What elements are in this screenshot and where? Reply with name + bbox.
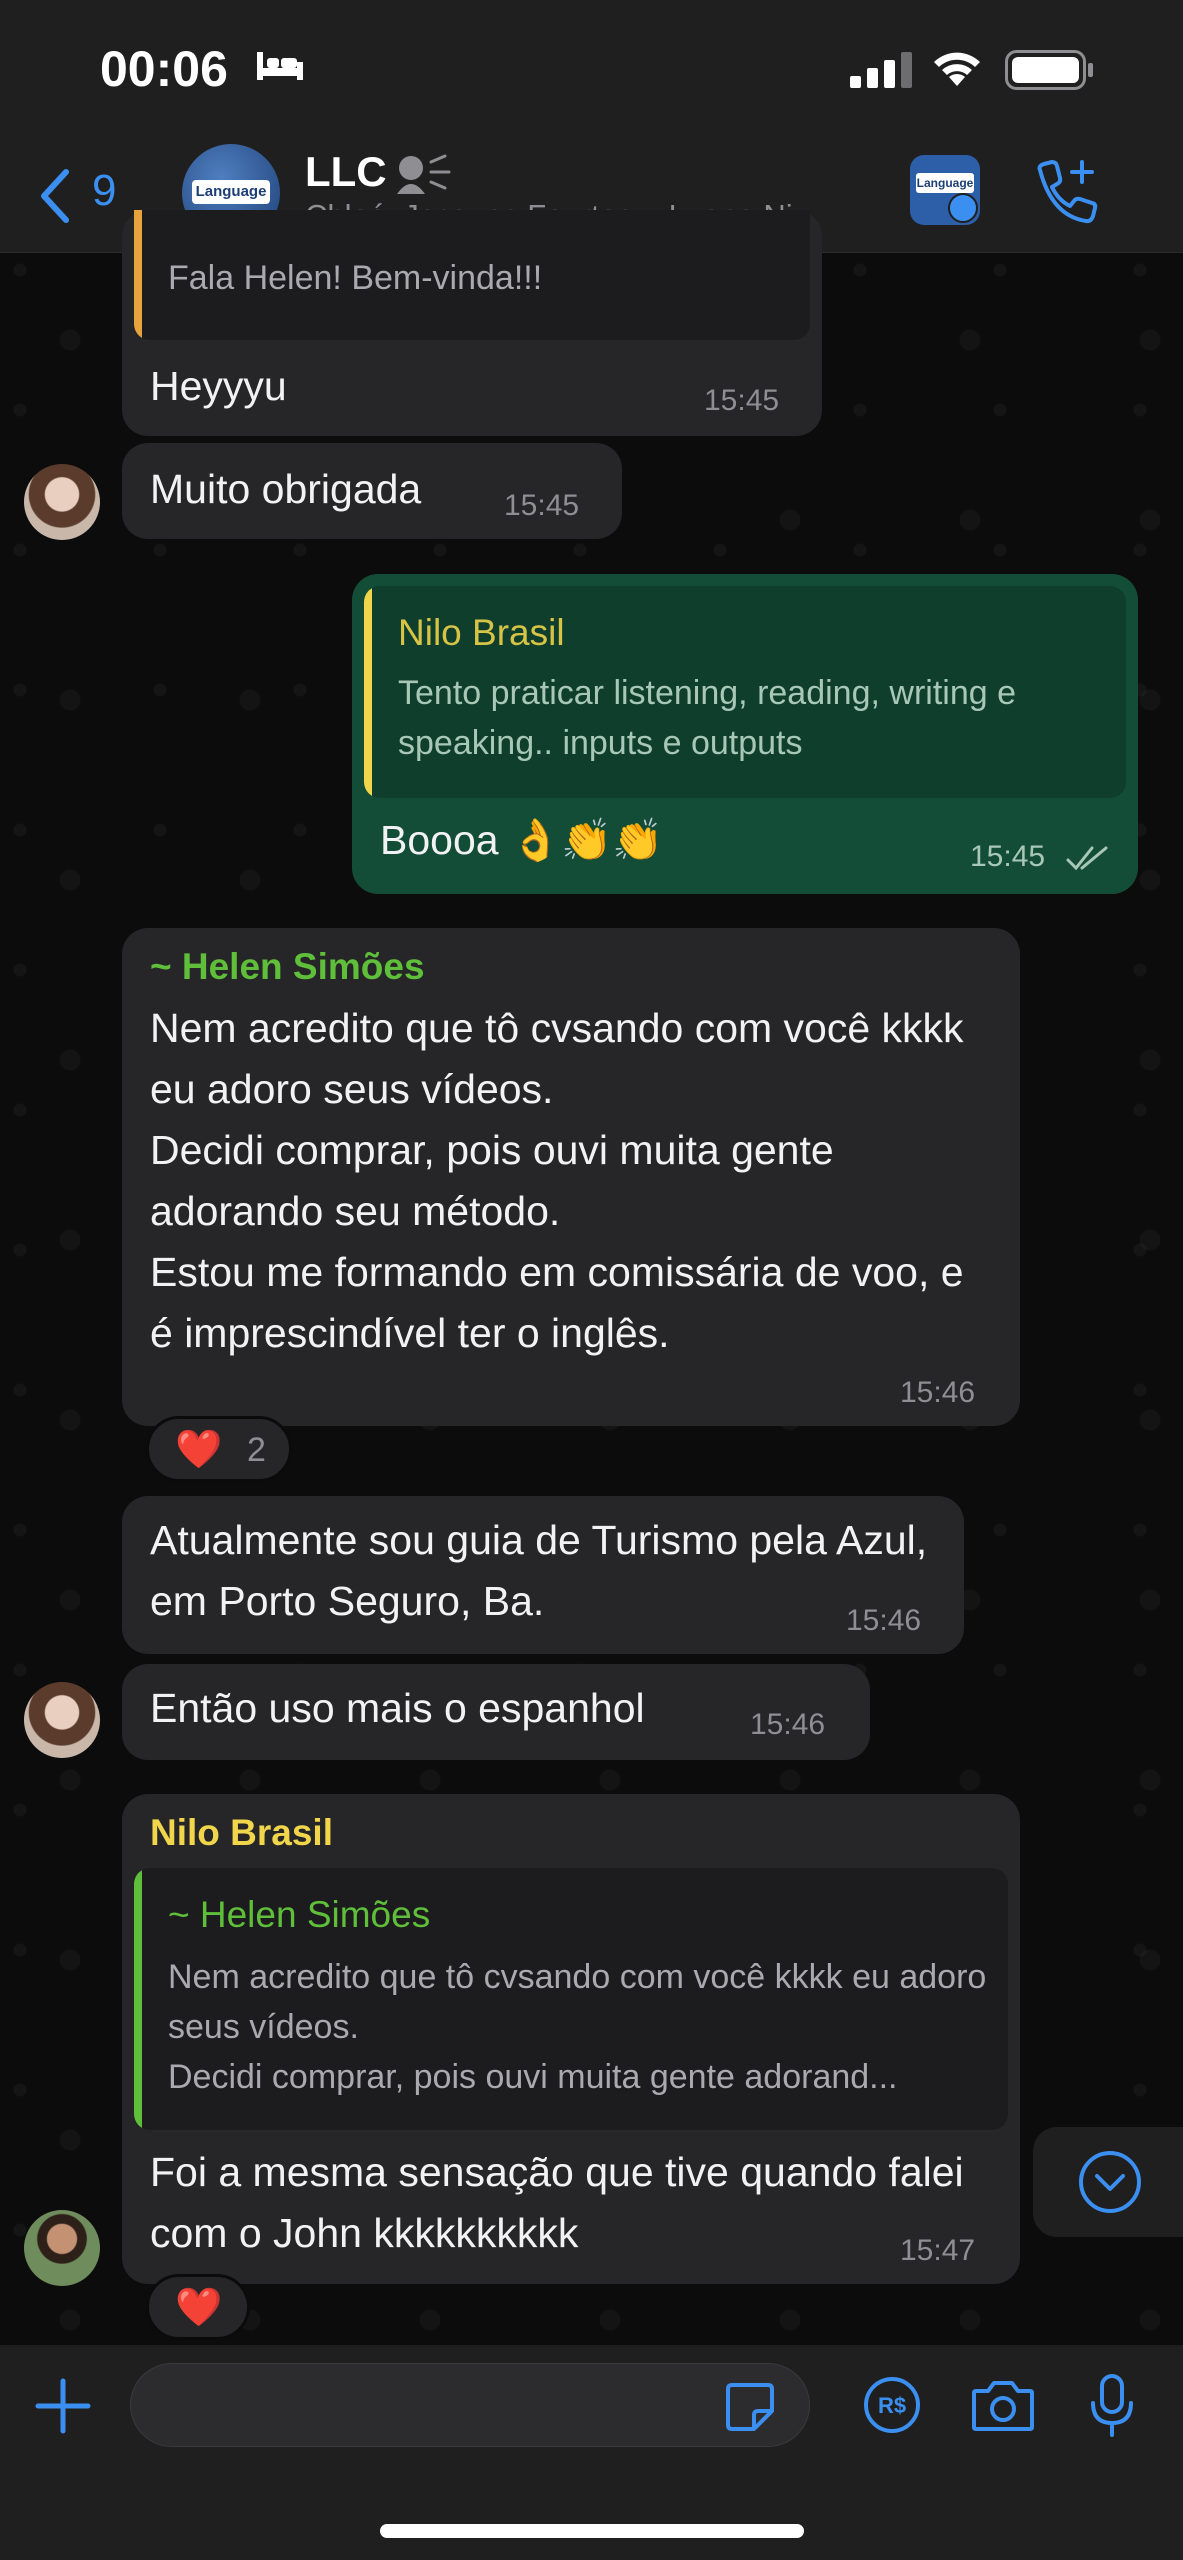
plus-icon[interactable] xyxy=(34,2377,92,2435)
payment-icon[interactable]: R$ xyxy=(862,2375,922,2435)
message-time: 15:47 xyxy=(900,2234,976,2267)
message-bubble[interactable]: Muito obrigada 15:45 xyxy=(122,443,622,539)
message-time: 15:46 xyxy=(900,1376,976,1409)
quoted-sender: ~ Helen Simões xyxy=(168,1894,431,1935)
group-avatar-badge: Language xyxy=(192,180,270,204)
unread-chats-count[interactable]: 9 xyxy=(92,166,116,216)
quoted-sender: Nilo Brasil xyxy=(398,612,565,653)
message-text: Heyyyu xyxy=(150,363,287,409)
sender-name: Nilo Brasil xyxy=(150,1812,333,1853)
quote-bar xyxy=(134,1868,142,2130)
message-bubble[interactable]: ~ Helen Simões Nem acredito que tô cvsan… xyxy=(122,928,1020,1426)
scroll-to-bottom-button[interactable] xyxy=(1033,2127,1183,2237)
battery-icon xyxy=(1005,50,1093,90)
cellular-signal-icon xyxy=(850,52,912,88)
message-input[interactable] xyxy=(130,2363,810,2447)
camera-icon[interactable] xyxy=(970,2377,1036,2433)
message-time: 15:46 xyxy=(846,1604,922,1637)
quoted-text: Tento praticar listening, reading, writi… xyxy=(398,674,1016,762)
chevron-down-icon xyxy=(948,193,978,223)
video-call-button[interactable]: Language xyxy=(910,155,980,225)
message-time: 15:45 xyxy=(970,840,1046,873)
status-time: 00:06 xyxy=(100,41,228,97)
message-text: Então uso mais o espanhol xyxy=(150,1685,645,1731)
back-chevron-icon[interactable] xyxy=(34,166,74,226)
message-time: 15:45 xyxy=(704,384,780,417)
add-call-icon[interactable] xyxy=(1030,158,1100,228)
status-bar: 00:06 xyxy=(0,0,1183,140)
message-text: Muito obrigada xyxy=(150,466,422,512)
chevron-down-circle-icon xyxy=(1079,2151,1141,2213)
sleep-mode-icon xyxy=(257,52,303,80)
sender-name: ~ Helen Simões xyxy=(150,946,425,987)
message-bubble[interactable]: Nilo Brasil ~ Helen Simões Nem acredito … xyxy=(122,1794,1020,2284)
message-bubble[interactable]: Fala Helen! Bem-vinda!!! Heyyyu 15:45 xyxy=(122,210,822,436)
video-call-badge: Language xyxy=(916,173,974,193)
message-text: Atualmente sou guia de Turismo pela Azul… xyxy=(150,1517,928,1624)
message-bubble-outgoing[interactable]: Nilo Brasil Tento praticar listening, re… xyxy=(352,574,1138,894)
quoted-text: Fala Helen! Bem-vinda!!! xyxy=(168,259,543,297)
quote-bar xyxy=(134,210,142,340)
svg-text:R$: R$ xyxy=(878,2393,906,2418)
quoted-text: Nem acredito que tô cvsando com você kkk… xyxy=(168,1958,987,2096)
microphone-icon[interactable] xyxy=(1088,2373,1136,2439)
message-bubble[interactable]: Atualmente sou guia de Turismo pela Azul… xyxy=(122,1496,964,1654)
group-name[interactable]: LLC xyxy=(305,148,387,196)
wifi-icon xyxy=(934,52,980,86)
message-reaction[interactable]: ❤️ 2 xyxy=(146,1416,292,1482)
sticker-icon[interactable] xyxy=(722,2379,778,2435)
message-time: 15:46 xyxy=(750,1708,826,1741)
sender-avatar[interactable] xyxy=(24,464,100,540)
quoted-message[interactable]: Nilo Brasil Tento praticar listening, re… xyxy=(364,586,1126,798)
message-text: Nem acredito que tô cvsando com você kkk… xyxy=(150,1005,964,1356)
quoted-message[interactable]: Fala Helen! Bem-vinda!!! xyxy=(134,210,810,340)
read-receipt-icon xyxy=(1066,846,1108,871)
message-text: Boooa 👌👏👏 xyxy=(380,817,664,863)
voice-chat-icon xyxy=(397,154,451,194)
quote-bar xyxy=(364,586,372,798)
message-time: 15:45 xyxy=(504,489,580,522)
message-reaction[interactable]: ❤️ xyxy=(146,2274,250,2340)
home-indicator[interactable] xyxy=(380,2524,804,2538)
reaction-emoji: ❤️ xyxy=(175,2287,223,2329)
message-bubble[interactable]: Então uso mais o espanhol 15:46 xyxy=(122,1664,870,1760)
reaction-count: 2 xyxy=(247,1431,266,1469)
message-text: Foi a mesma sensação que tive quando fal… xyxy=(150,2149,964,2256)
sender-avatar[interactable] xyxy=(24,1682,100,1758)
reaction-emoji: ❤️ xyxy=(175,1429,223,1471)
quoted-message[interactable]: ~ Helen Simões Nem acredito que tô cvsan… xyxy=(134,1868,1008,2130)
sender-avatar[interactable] xyxy=(24,2210,100,2286)
